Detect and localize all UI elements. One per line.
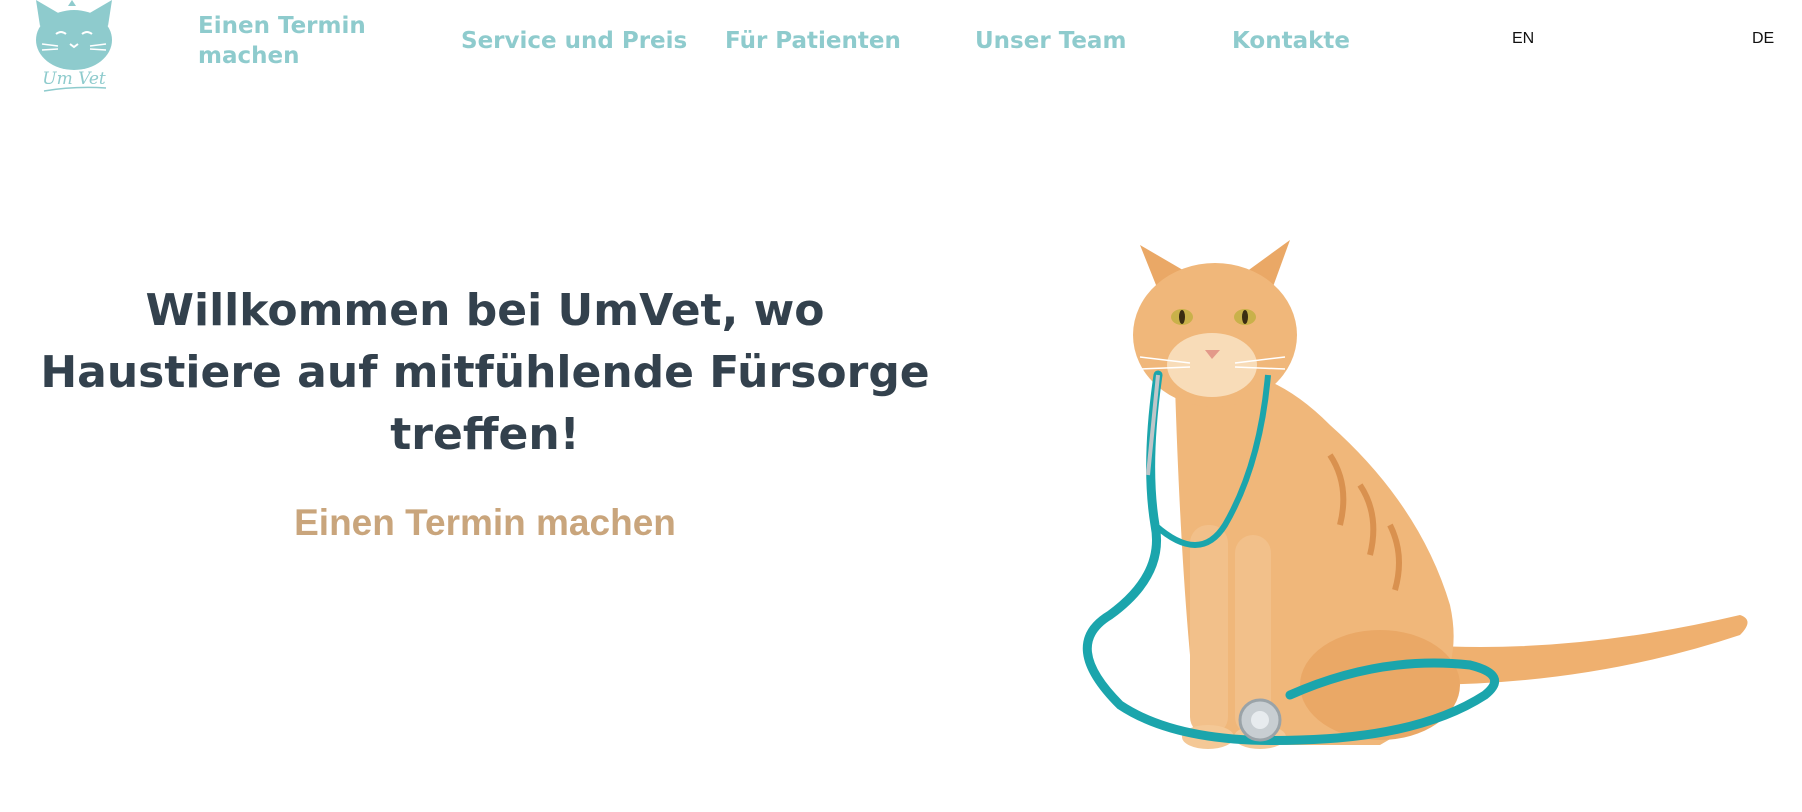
language-en[interactable]: EN bbox=[1512, 30, 1534, 48]
cat-with-stethoscope-image bbox=[950, 225, 1800, 785]
nav-service-link[interactable]: Service und Preis bbox=[461, 26, 687, 56]
hero-title: Willkommen bei UmVet, wo Haustiere auf m… bbox=[40, 285, 930, 460]
umvet-logo[interactable]: Um Vet bbox=[30, 0, 118, 96]
nav-appointment-link[interactable]: Einen Termin machen bbox=[198, 11, 388, 71]
nav-contacts-link[interactable]: Kontakte bbox=[1232, 26, 1350, 56]
nav-team-link[interactable]: Unser Team bbox=[975, 26, 1126, 56]
nav-patients-link[interactable]: Für Patienten bbox=[725, 26, 901, 56]
appointment-cta-button[interactable]: Einen Termin machen bbox=[30, 502, 940, 544]
language-de[interactable]: DE bbox=[1752, 30, 1774, 48]
cat-logo-icon: Um Vet bbox=[36, 0, 112, 92]
svg-text:Um Vet: Um Vet bbox=[42, 69, 106, 89]
